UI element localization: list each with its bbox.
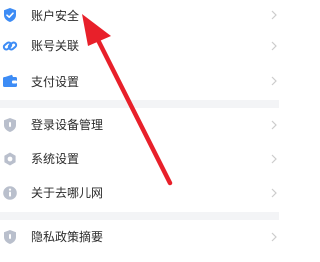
menu-item-privacy-policy-summary[interactable]: 隐私政策摘要 <box>0 222 279 252</box>
chevron-right-icon <box>271 120 277 130</box>
shield-icon <box>2 117 18 133</box>
shield-icon <box>2 229 18 245</box>
section-divider <box>0 100 279 108</box>
menu-item-label: 隐私政策摘要 <box>31 230 104 244</box>
menu-item-account-linking[interactable]: 账号关联 <box>0 31 279 61</box>
wallet-icon <box>2 73 18 89</box>
chevron-right-icon <box>271 232 277 242</box>
section-divider <box>0 212 279 220</box>
menu-item-label: 登录设备管理 <box>31 118 104 132</box>
chevron-right-icon <box>271 76 277 86</box>
menu-item-about[interactable]: 关于去哪儿网 <box>0 178 279 208</box>
menu-item-login-device-management[interactable]: 登录设备管理 <box>0 110 279 140</box>
menu-item-label: 关于去哪儿网 <box>31 186 104 200</box>
chevron-right-icon <box>271 154 277 164</box>
menu-item-system-settings[interactable]: 系统设置 <box>0 144 279 174</box>
chevron-right-icon <box>271 10 277 20</box>
menu-item-payment-settings[interactable]: 支付设置 <box>0 66 279 96</box>
settings-menu: 账户安全 账号关联 支付设置 登录设备管理 系统设置 关于去哪儿网 隐私政策摘要 <box>0 0 279 262</box>
menu-item-label: 支付设置 <box>31 75 80 89</box>
chevron-right-icon <box>271 41 277 51</box>
shield-check-icon <box>2 7 18 23</box>
menu-item-label: 账号关联 <box>31 39 80 53</box>
menu-item-label: 账户安全 <box>31 9 80 23</box>
gear-icon <box>2 151 18 167</box>
menu-item-label: 系统设置 <box>31 152 80 166</box>
link-icon <box>2 38 18 54</box>
info-icon <box>2 185 18 201</box>
menu-item-account-security[interactable]: 账户安全 <box>0 0 279 30</box>
chevron-right-icon <box>271 188 277 198</box>
